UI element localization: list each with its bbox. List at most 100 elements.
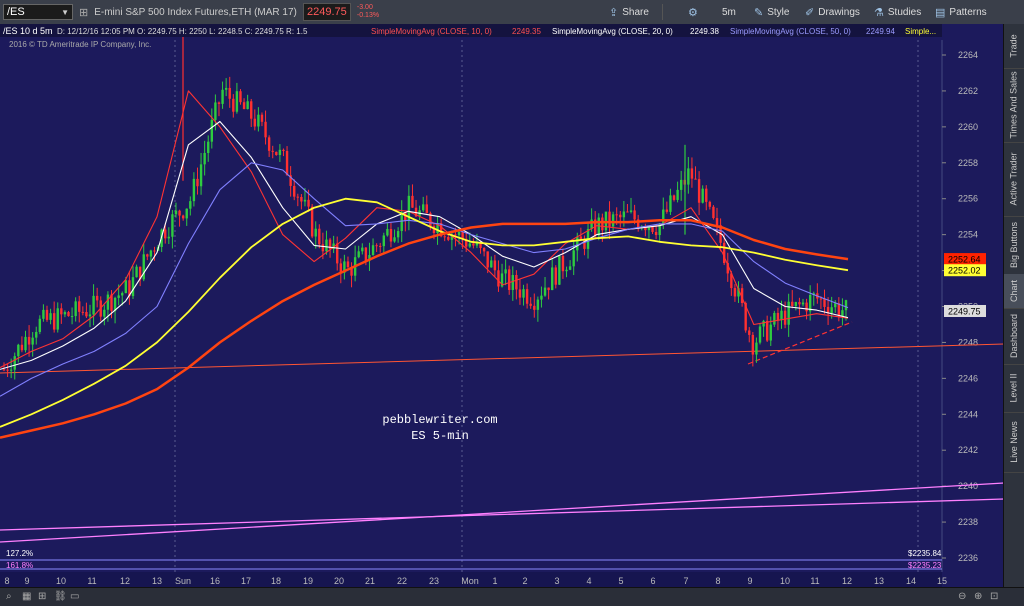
candle-body: [78, 301, 81, 312]
candle-body: [192, 178, 196, 202]
candle-body: [651, 226, 654, 232]
candle-body: [246, 101, 249, 110]
candle-body: [819, 298, 823, 300]
style-icon: ✎: [754, 6, 764, 19]
search-icon[interactable]: ⌕: [6, 591, 12, 602]
y-tick-label: 2236: [958, 553, 978, 563]
candle-body: [181, 215, 185, 219]
candle-body: [396, 231, 400, 238]
candle-body: [300, 196, 303, 202]
candle-body: [325, 239, 328, 252]
candle-body: [167, 236, 171, 239]
sma20-label: SimpleMovingAvg (CLOSE, 20, 0): [552, 27, 673, 36]
chart-area[interactable]: 2236223822402242224422462248225022522254…: [0, 24, 1004, 587]
candle-body: [508, 269, 511, 290]
side-tab-bar: Trade Times And Sales Active Trader Big But…: [1003, 24, 1024, 587]
side-tab-label: Times And Sales: [1009, 71, 1020, 139]
candle-body: [185, 208, 188, 219]
link-icon[interactable]: ⛓: [54, 591, 67, 602]
studies-button[interactable]: ⚗ Studies: [874, 0, 921, 24]
candle-body: [472, 243, 475, 246]
sma50-value: 2249.94: [866, 27, 895, 36]
candle-body: [124, 280, 128, 294]
candle-body: [221, 89, 224, 104]
side-tab-dashboard[interactable]: Dashboard: [1004, 308, 1024, 365]
y-tick-label: 2260: [958, 122, 978, 132]
timeframe-button[interactable]: 5m: [722, 0, 736, 24]
expand-icon[interactable]: ⊡: [990, 591, 998, 602]
candle-body: [364, 247, 368, 261]
share-button[interactable]: ⇪ Share: [609, 0, 649, 24]
candle-body: [712, 206, 715, 219]
candle-body: [17, 344, 20, 357]
candle-body: [217, 102, 221, 104]
candle-body: [379, 245, 382, 247]
candle-body: [278, 149, 282, 156]
candle-body: [550, 267, 554, 291]
candle-body: [783, 310, 787, 325]
info-icon[interactable]: ⊞: [79, 6, 88, 19]
y-tick-label: 2262: [958, 86, 978, 96]
candle-body: [382, 235, 385, 247]
candle-body: [142, 254, 145, 280]
candle-body: [805, 302, 808, 312]
side-tab-times-and-sales[interactable]: Times And Sales: [1004, 68, 1024, 143]
candle-body: [153, 250, 156, 252]
layout-icon[interactable]: ▦: [22, 591, 31, 602]
x-tick-label: 18: [271, 576, 281, 586]
candle-body: [676, 189, 679, 200]
candle-body: [504, 269, 507, 274]
side-tab-live-news[interactable]: Live News: [1004, 412, 1024, 473]
candle-body: [486, 251, 489, 268]
zoom-in-icon[interactable]: ⊕: [974, 591, 982, 602]
grid-icon[interactable]: ⊞: [38, 591, 46, 602]
candle-body: [422, 204, 425, 211]
sma50-label: SimpleMovingAvg (CLOSE, 50, 0): [730, 27, 851, 36]
candle-body: [511, 275, 514, 290]
side-tab-trade[interactable]: Trade: [1004, 24, 1024, 69]
side-tab-label: Level II: [1009, 373, 1019, 403]
settings-button[interactable]: ⚙: [688, 0, 702, 24]
copyright-text: 2016 © TD Ameritrade IP Company, Inc.: [9, 40, 151, 49]
candle-body: [529, 303, 532, 306]
candle-body: [482, 247, 486, 252]
candle-body: [239, 91, 242, 103]
x-tick-label: 15: [937, 576, 947, 586]
side-tab-active-trader[interactable]: Active Trader: [1004, 142, 1024, 217]
candle-body: [375, 245, 378, 247]
candle-body: [371, 245, 375, 256]
scroll-icon[interactable]: ▭: [70, 591, 79, 602]
side-tab-label: Dashboard: [1009, 313, 1019, 359]
candle-body: [411, 195, 414, 208]
candle-body: [60, 308, 63, 315]
candle-body: [253, 118, 257, 127]
price-chart: 2236223822402242224422462248225022522254…: [0, 24, 1004, 587]
side-tab-big-buttons[interactable]: Big Buttons: [1004, 216, 1024, 275]
candle-body: [493, 260, 497, 271]
symbol-selector[interactable]: /ES ▼: [3, 4, 73, 20]
candle-body: [171, 214, 174, 237]
annotation-site: pebblewriter.com: [382, 413, 497, 427]
x-tick-label: 3: [554, 576, 559, 586]
side-tab-chart[interactable]: Chart: [1004, 274, 1024, 309]
last-price: 2249.75: [302, 3, 351, 21]
side-tab-label: Big Buttons: [1009, 221, 1019, 269]
style-button[interactable]: ✎ Style: [754, 0, 789, 24]
candle-body: [224, 87, 228, 90]
side-tab-label: Trade: [1009, 34, 1019, 58]
x-tick-label: Sun: [175, 576, 191, 586]
candle-body: [758, 326, 762, 343]
drawings-button[interactable]: ✐ Drawings: [805, 0, 860, 24]
candle-body: [629, 210, 633, 213]
side-tab-label: Active Trader: [1009, 152, 1019, 206]
side-tab-level-ii[interactable]: Level II: [1004, 364, 1024, 413]
candle-body: [6, 369, 9, 371]
candle-body: [178, 210, 181, 216]
candle-body: [540, 295, 543, 300]
candle-body: [443, 236, 446, 238]
candle-body: [844, 300, 848, 311]
candle-body: [830, 307, 833, 314]
zoom-out-icon[interactable]: ⊖: [958, 591, 966, 602]
patterns-button[interactable]: ▤ Patterns: [935, 0, 987, 24]
candle-body: [669, 195, 672, 212]
